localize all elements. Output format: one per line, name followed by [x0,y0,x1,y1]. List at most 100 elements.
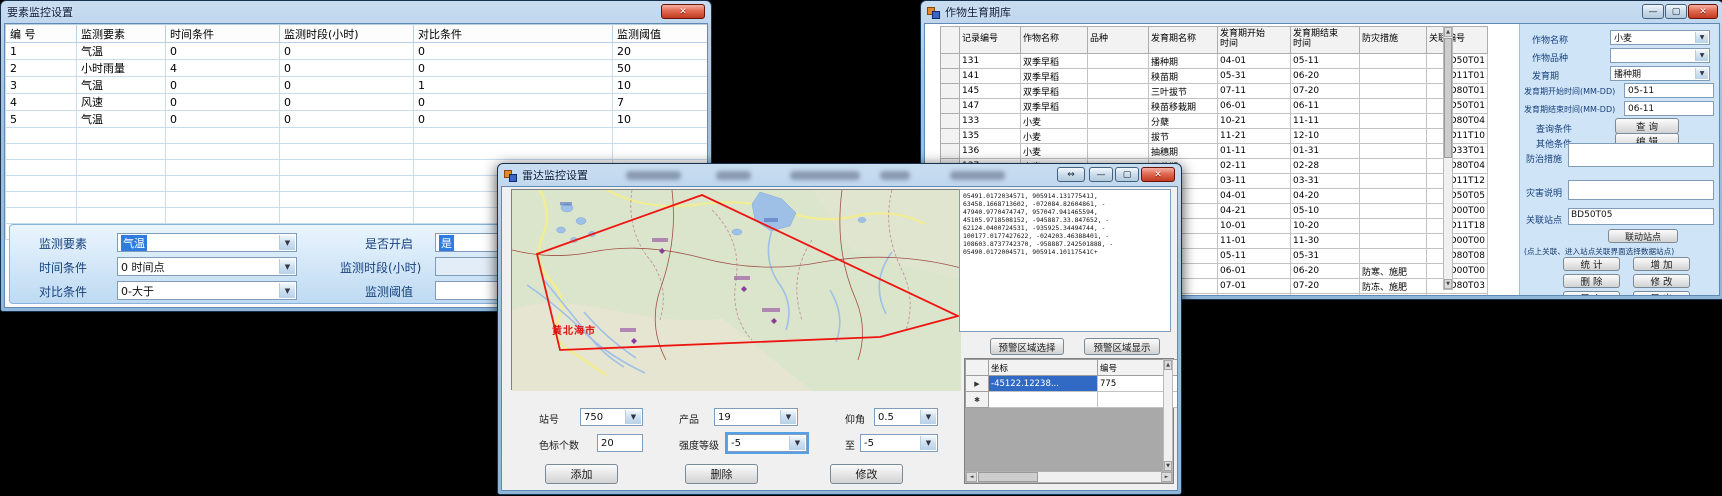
add-button[interactable]: 增 加 [1633,257,1690,271]
table-row[interactable]: 2小时雨量400501 [6,60,709,77]
minimize-button[interactable]: — [1642,4,1664,19]
table-row[interactable] [6,128,709,144]
app-icon [504,169,517,181]
scroll-up-icon[interactable]: ▲ [1444,27,1452,37]
compare-select[interactable]: 0-大于 ▼ [117,281,297,300]
chevron-down-icon: ▼ [780,410,796,424]
crop-variety-label: 作物品种 [1532,51,1568,64]
end-date-label: 发育期结束时间(MM-DD) [1524,104,1615,115]
crop-variety-select[interactable]: ▼ [1610,48,1710,63]
color-count-input[interactable]: 20 [597,434,643,452]
middle-window-title: 雷达监控设置 [522,167,588,183]
minimize-icon: — [1649,7,1658,17]
coordinates-textbox[interactable]: 05491.0172034571, 905914.13177541J, 6345… [959,189,1171,332]
right-titlebar[interactable]: 作物生育期库 [921,1,1722,23]
chevron-down-icon: ▼ [920,410,936,424]
scroll-down-icon[interactable]: ▼ [1444,279,1452,289]
disaster-note-textarea[interactable] [1568,180,1714,200]
add-button[interactable]: 添加 [545,464,618,484]
table-row[interactable]: 136小麦抽穗期01-1101-31BD33T01 [941,144,1488,159]
query-button[interactable]: 查 询 [1615,118,1679,134]
scroll-thumb[interactable] [978,472,1038,482]
area-select-button[interactable]: 预警区域选择 [990,338,1064,355]
control-measure-textarea[interactable] [1568,143,1714,167]
scroll-left-icon[interactable]: ◄ [966,472,977,482]
delete-button[interactable]: 删除 [685,464,758,484]
scroll-thumb[interactable] [1444,38,1452,158]
table-row[interactable]: 5气温000101 [6,111,709,128]
growth-period-select[interactable]: 播种期 ▼ [1610,66,1710,81]
close-button[interactable]: ✕ [1141,167,1175,182]
table-row[interactable]: 4风速00071 [6,94,709,111]
linked-station-textarea[interactable]: BD50T05 [1568,208,1714,225]
left-window-title: 要素监控设置 [7,4,73,20]
table-row[interactable]: 131双季早稻播种期04-0105-11BD50T01 [941,54,1488,69]
table-row[interactable] [6,144,709,160]
modify-button[interactable]: 修改 [830,464,903,484]
app-icon [927,6,940,18]
scroll-right-icon[interactable]: ► [1161,472,1172,482]
swap-button[interactable]: ⇔ [1057,167,1085,182]
minimize-icon: — [1097,170,1106,180]
chevron-down-icon: ▼ [1695,32,1708,43]
delete-button[interactable]: 删 除 [1563,274,1620,288]
table-row[interactable]: ✱ [966,392,1179,408]
grid-horizontal-scrollbar[interactable]: ◄ ► [965,471,1173,483]
close-icon: ✕ [1154,170,1162,180]
growth-period-label: 发育期 [1532,69,1559,82]
table-row[interactable]: 133小麦分蘖10-2111-11BD80T04 [941,114,1488,129]
element-select[interactable]: 气温 ▼ [117,233,297,252]
modify-button[interactable]: 修 改 [1633,274,1690,288]
end-date-input[interactable]: 06-11 [1624,101,1714,116]
table-row[interactable]: 147双季早稻秧苗移栽期06-0106-11BD50T01 [941,99,1488,114]
swap-arrows-icon: ⇔ [1067,170,1075,180]
table-row[interactable]: 3气温001101 [6,77,709,94]
table-row[interactable]: 141双季早稻秧苗期05-3106-20BD11T01 [941,69,1488,84]
other-condition-label: 其他条件 [1536,137,1572,150]
maximize-button[interactable]: ▢ [1115,167,1139,182]
scroll-up-icon[interactable]: ▲ [1164,360,1172,370]
export-button[interactable]: 导 出 [1633,291,1690,296]
grid-vertical-scrollbar[interactable]: ▲ ▼ [1163,359,1173,472]
intensity-level-select[interactable]: -5 ▼ [727,434,807,452]
intensity-to-select[interactable]: -5 ▼ [860,434,938,452]
warning-area-map[interactable]: 黄北海市 [511,189,960,390]
import-button[interactable]: 导 入 [1563,291,1620,296]
compare-label: 对比条件 [39,283,87,300]
disaster-note-label: 灾害说明 [1526,186,1562,199]
intensity-level-label: 强度等级 [679,437,719,452]
chevron-down-icon: ▼ [279,235,295,250]
table-vertical-scrollbar[interactable]: ▲ ▼ [1443,26,1453,290]
table-row[interactable]: 145双季早稻三叶拔节07-1107-20BD80T01 [941,84,1488,99]
map-canvas: 黄北海市 [512,190,961,391]
link-station-button[interactable]: 联动站点 [1608,229,1678,243]
station-select[interactable]: 750 ▼ [580,408,643,426]
elevation-select[interactable]: 0.5 ▼ [874,408,938,426]
area-coordinates-grid[interactable]: 坐标编号▶-45122.12238...775✱ [965,359,1178,408]
station-label: 站号 [539,411,559,426]
chevron-down-icon: ▼ [1695,50,1708,61]
elevation-label: 仰角 [845,411,865,426]
area-show-button[interactable]: 预警区域显示 [1084,338,1160,355]
time-select[interactable]: 0 时间点 ▼ [117,257,297,276]
table-row[interactable]: ▶-45122.12238...775 [966,376,1179,392]
crop-name-label: 作物名称 [1532,33,1568,46]
left-titlebar[interactable]: 要素监控设置 [1,1,711,23]
maximize-button[interactable]: ▢ [1665,4,1687,19]
scroll-down-icon[interactable]: ▼ [1164,461,1172,471]
table-row[interactable]: 1气温000201 [6,43,709,60]
close-button[interactable]: ✕ [661,4,705,19]
area-grid-container: 坐标编号▶-45122.12238...775✱ ▲ ▼ ◄ ► [964,358,1174,484]
right-window-title: 作物生育期库 [945,4,1011,20]
titlebar-blur [880,171,910,180]
linked-station-label: 关联站点 [1526,213,1562,226]
titlebar-blur [950,171,1005,180]
stats-button[interactable]: 统 计 [1563,257,1620,271]
close-button[interactable]: ✕ [1688,4,1718,19]
start-date-input[interactable]: 05-11 [1624,83,1714,98]
minimize-button[interactable]: — [1089,167,1113,182]
crop-name-select[interactable]: 小麦 ▼ [1610,30,1710,45]
table-row[interactable]: 135小麦拔节11-2112-10BD11T10 [941,129,1488,144]
product-select[interactable]: 19 ▼ [714,408,798,426]
header-row: 坐标编号 [966,360,1179,376]
